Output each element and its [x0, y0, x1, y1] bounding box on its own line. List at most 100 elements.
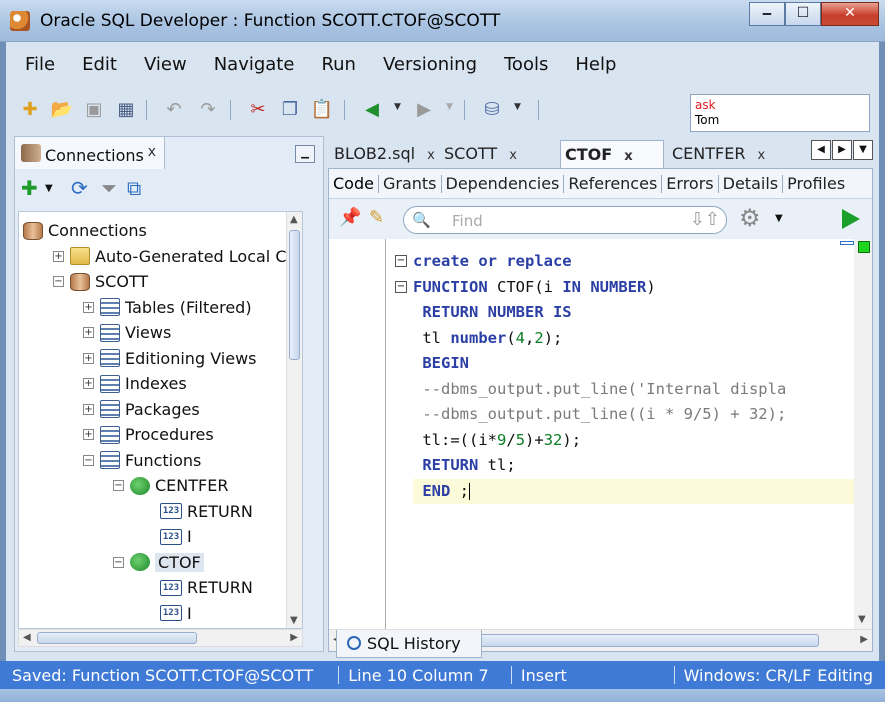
tree-node[interactable]: 123 I	[143, 601, 192, 626]
tab-close-icon[interactable]: x	[509, 148, 517, 163]
subtab-details[interactable]: Details	[719, 174, 784, 193]
back-icon[interactable]: ◀	[360, 98, 384, 122]
find-box[interactable]: 🔍 Find ⇩⇧	[403, 206, 727, 234]
minimize-button[interactable]: 🗕	[749, 2, 785, 26]
connections-close-icon[interactable]: x	[148, 144, 156, 160]
tab-centfer[interactable]: CENTFER x	[668, 140, 792, 168]
tree-node[interactable]: 123 I	[143, 524, 192, 549]
sql-worksheet-dropdown-icon[interactable]: ▼	[514, 102, 521, 112]
editor-vertical-scrollbar[interactable]: ▼	[854, 239, 872, 629]
tree-node[interactable]: − Functions	[83, 448, 201, 473]
tab-next-icon[interactable]: ▶	[832, 140, 852, 160]
tree-node[interactable]: + Editioning Views	[83, 346, 257, 371]
subtab-dependencies[interactable]: Dependencies	[442, 174, 565, 193]
tree-node[interactable]: + Views	[83, 320, 171, 345]
tree-node[interactable]: + Tables (Filtered)	[83, 295, 252, 320]
menu-help[interactable]: Help	[557, 48, 625, 80]
new-icon[interactable]: ✚	[18, 98, 42, 122]
tree-node[interactable]: − CTOF	[113, 550, 204, 575]
expand-icon[interactable]: +	[53, 250, 64, 262]
tab-close-icon[interactable]: x	[624, 149, 632, 164]
menu-edit[interactable]: Edit	[64, 48, 126, 80]
expand-icon[interactable]: +	[83, 378, 94, 389]
add-dropdown-icon[interactable]: ▼	[45, 183, 53, 194]
tab-ctof[interactable]: CTOF x	[560, 140, 664, 168]
undo-icon[interactable]: ↶	[162, 98, 186, 122]
menu-navigate[interactable]: Navigate	[196, 48, 304, 80]
tab-close-icon[interactable]: x	[427, 148, 435, 163]
collapse-icon[interactable]: −	[113, 480, 124, 491]
sql-history-tab[interactable]: SQL History	[336, 630, 482, 658]
expand-icon[interactable]: +	[83, 301, 94, 313]
edit-icon[interactable]: ✎	[369, 207, 384, 228]
tree-node[interactable]: + Auto-Generated Local Connecti	[53, 244, 302, 269]
add-connection-icon[interactable]: ✚	[21, 176, 38, 200]
tree-vertical-scrollbar[interactable]: ▲ ▼	[286, 212, 302, 628]
collapse-icon[interactable]: −	[113, 556, 124, 568]
scroll-left-icon[interactable]: ◀	[23, 632, 31, 643]
forward-icon[interactable]: ▶	[412, 98, 436, 122]
menu-view[interactable]: View	[126, 48, 196, 80]
schema-browser-icon[interactable]: ⧉	[127, 176, 141, 200]
subtab-errors[interactable]: Errors	[662, 174, 719, 193]
ask-tom-box[interactable]: ask Tom	[690, 94, 870, 132]
expand-icon[interactable]: +	[83, 429, 94, 440]
cut-icon[interactable]: ✂	[246, 98, 270, 122]
open-icon[interactable]: 📂	[50, 98, 74, 122]
menu-versioning[interactable]: Versioning	[365, 48, 486, 80]
editor-scroll-right-icon[interactable]: ▶	[860, 634, 868, 645]
tab-blob2-sql[interactable]: BLOB2.sql x	[330, 140, 438, 168]
filter-icon[interactable]: ⏷	[101, 176, 117, 200]
tree-node[interactable]: 123 RETURN	[143, 499, 253, 524]
subtab-references[interactable]: References	[564, 174, 663, 193]
tree-node[interactable]: + Procedures	[83, 422, 214, 447]
expand-icon[interactable]: +	[83, 352, 94, 364]
subtab-code[interactable]: Code	[329, 174, 379, 193]
paste-icon[interactable]: 📋	[310, 98, 334, 122]
tree-scroll-thumb[interactable]	[289, 230, 300, 360]
maximize-button[interactable]: ☐	[785, 2, 821, 26]
connections-tab[interactable]: Connections x	[15, 137, 165, 169]
expand-icon[interactable]: +	[83, 403, 94, 415]
save-icon[interactable]: ▣	[82, 98, 106, 122]
save-all-icon[interactable]: ▦	[114, 98, 138, 122]
run-icon[interactable]	[842, 209, 860, 229]
refresh-icon[interactable]: ⟳	[71, 176, 88, 200]
tree-node[interactable]: 123 RETURN	[143, 575, 253, 600]
forward-dropdown-icon[interactable]: ▼	[446, 102, 453, 112]
editor-scroll-down-icon[interactable]: ▼	[858, 614, 866, 625]
scroll-down-icon[interactable]: ▼	[290, 615, 298, 626]
fold-icon[interactable]: −	[395, 280, 407, 293]
tree-hscroll-thumb[interactable]	[37, 632, 197, 644]
minimize-panel-icon[interactable]: ▁	[295, 145, 315, 163]
code-area[interactable]: − create or replace − FUNCTION CTOF(i IN NU…	[329, 239, 854, 629]
tree-node[interactable]: − CENTFER	[113, 473, 228, 498]
collapse-icon[interactable]: −	[83, 454, 94, 466]
scroll-right-icon[interactable]: ▶	[290, 632, 298, 643]
subtab-profiles[interactable]: Profiles	[783, 174, 849, 193]
tree-node[interactable]: − SCOTT	[53, 269, 148, 294]
subtab-grants[interactable]: Grants	[379, 174, 442, 193]
menu-tools[interactable]: Tools	[486, 48, 557, 80]
close-button[interactable]: ✕	[821, 2, 879, 26]
menu-run[interactable]: Run	[303, 48, 365, 80]
redo-icon[interactable]: ↷	[196, 98, 220, 122]
copy-icon[interactable]: ❐	[278, 98, 302, 122]
sql-worksheet-icon[interactable]: ⛁	[480, 98, 504, 122]
tree-node[interactable]: + Packages	[83, 397, 200, 422]
tree-horizontal-scrollbar[interactable]: ◀ ▶	[18, 629, 303, 647]
gear-icon[interactable]: ⚙	[739, 204, 761, 232]
fold-icon[interactable]: −	[395, 255, 407, 267]
back-dropdown-icon[interactable]: ▼	[394, 102, 401, 112]
scroll-up-icon[interactable]: ▲	[290, 214, 298, 225]
tab-prev-icon[interactable]: ◀	[811, 140, 831, 160]
menu-file[interactable]: File	[6, 48, 64, 80]
collapse-icon[interactable]: −	[53, 276, 64, 287]
gear-dropdown-icon[interactable]: ▼	[775, 213, 783, 224]
find-next-prev-icon[interactable]: ⇩⇧	[690, 209, 720, 230]
pin-icon[interactable]: 📌	[339, 207, 361, 228]
tree-node[interactable]: + Indexes	[83, 371, 187, 396]
tab-scott[interactable]: SCOTT x	[440, 140, 558, 168]
expand-icon[interactable]: +	[83, 327, 94, 338]
tree-node[interactable]: Connections	[23, 218, 147, 243]
